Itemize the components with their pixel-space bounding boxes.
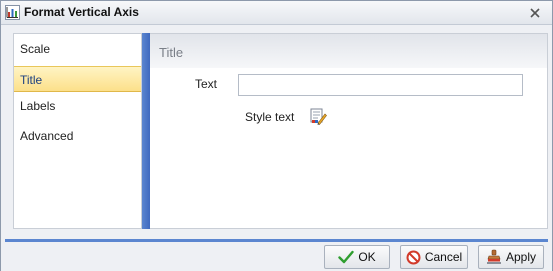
nav-item-advanced[interactable]: Advanced: [14, 123, 141, 149]
close-icon[interactable]: [528, 6, 542, 20]
title-settings-panel: Title Text Style text: [150, 33, 548, 229]
chart-axis-icon: [5, 5, 20, 20]
dialog-title: Format Vertical Axis: [24, 5, 139, 19]
panel-header: Title: [150, 34, 547, 68]
title-text-input[interactable]: [238, 74, 523, 96]
format-vertical-axis-dialog: Format Vertical Axis Scale Title Labels …: [0, 0, 553, 271]
cancel-button[interactable]: Cancel: [400, 245, 468, 269]
checkmark-icon: [338, 250, 355, 264]
nav-item-title[interactable]: Title: [14, 66, 141, 92]
cancel-label: Cancel: [424, 250, 463, 264]
stamp-icon: [486, 249, 501, 264]
splitter-bar[interactable]: [142, 33, 150, 229]
nav-item-labels[interactable]: Labels: [14, 93, 141, 119]
nav-item-scale[interactable]: Scale: [14, 36, 141, 62]
cancel-icon: [406, 250, 421, 264]
dialog-body: Scale Title Labels Advanced Title Text S…: [5, 29, 548, 235]
apply-button[interactable]: Apply: [478, 245, 544, 269]
panel-title: Title: [159, 45, 184, 60]
ok-button[interactable]: OK: [324, 245, 390, 269]
title-bar[interactable]: Format Vertical Axis: [1, 1, 552, 25]
text-label: Text: [195, 77, 218, 91]
ok-label: OK: [358, 250, 376, 264]
button-bar: OK Cancel Apply: [1, 242, 552, 271]
apply-label: Apply: [505, 250, 537, 264]
category-nav: Scale Title Labels Advanced: [13, 33, 142, 229]
style-text-label: Style text: [245, 110, 295, 124]
style-text-icon[interactable]: [310, 108, 327, 125]
